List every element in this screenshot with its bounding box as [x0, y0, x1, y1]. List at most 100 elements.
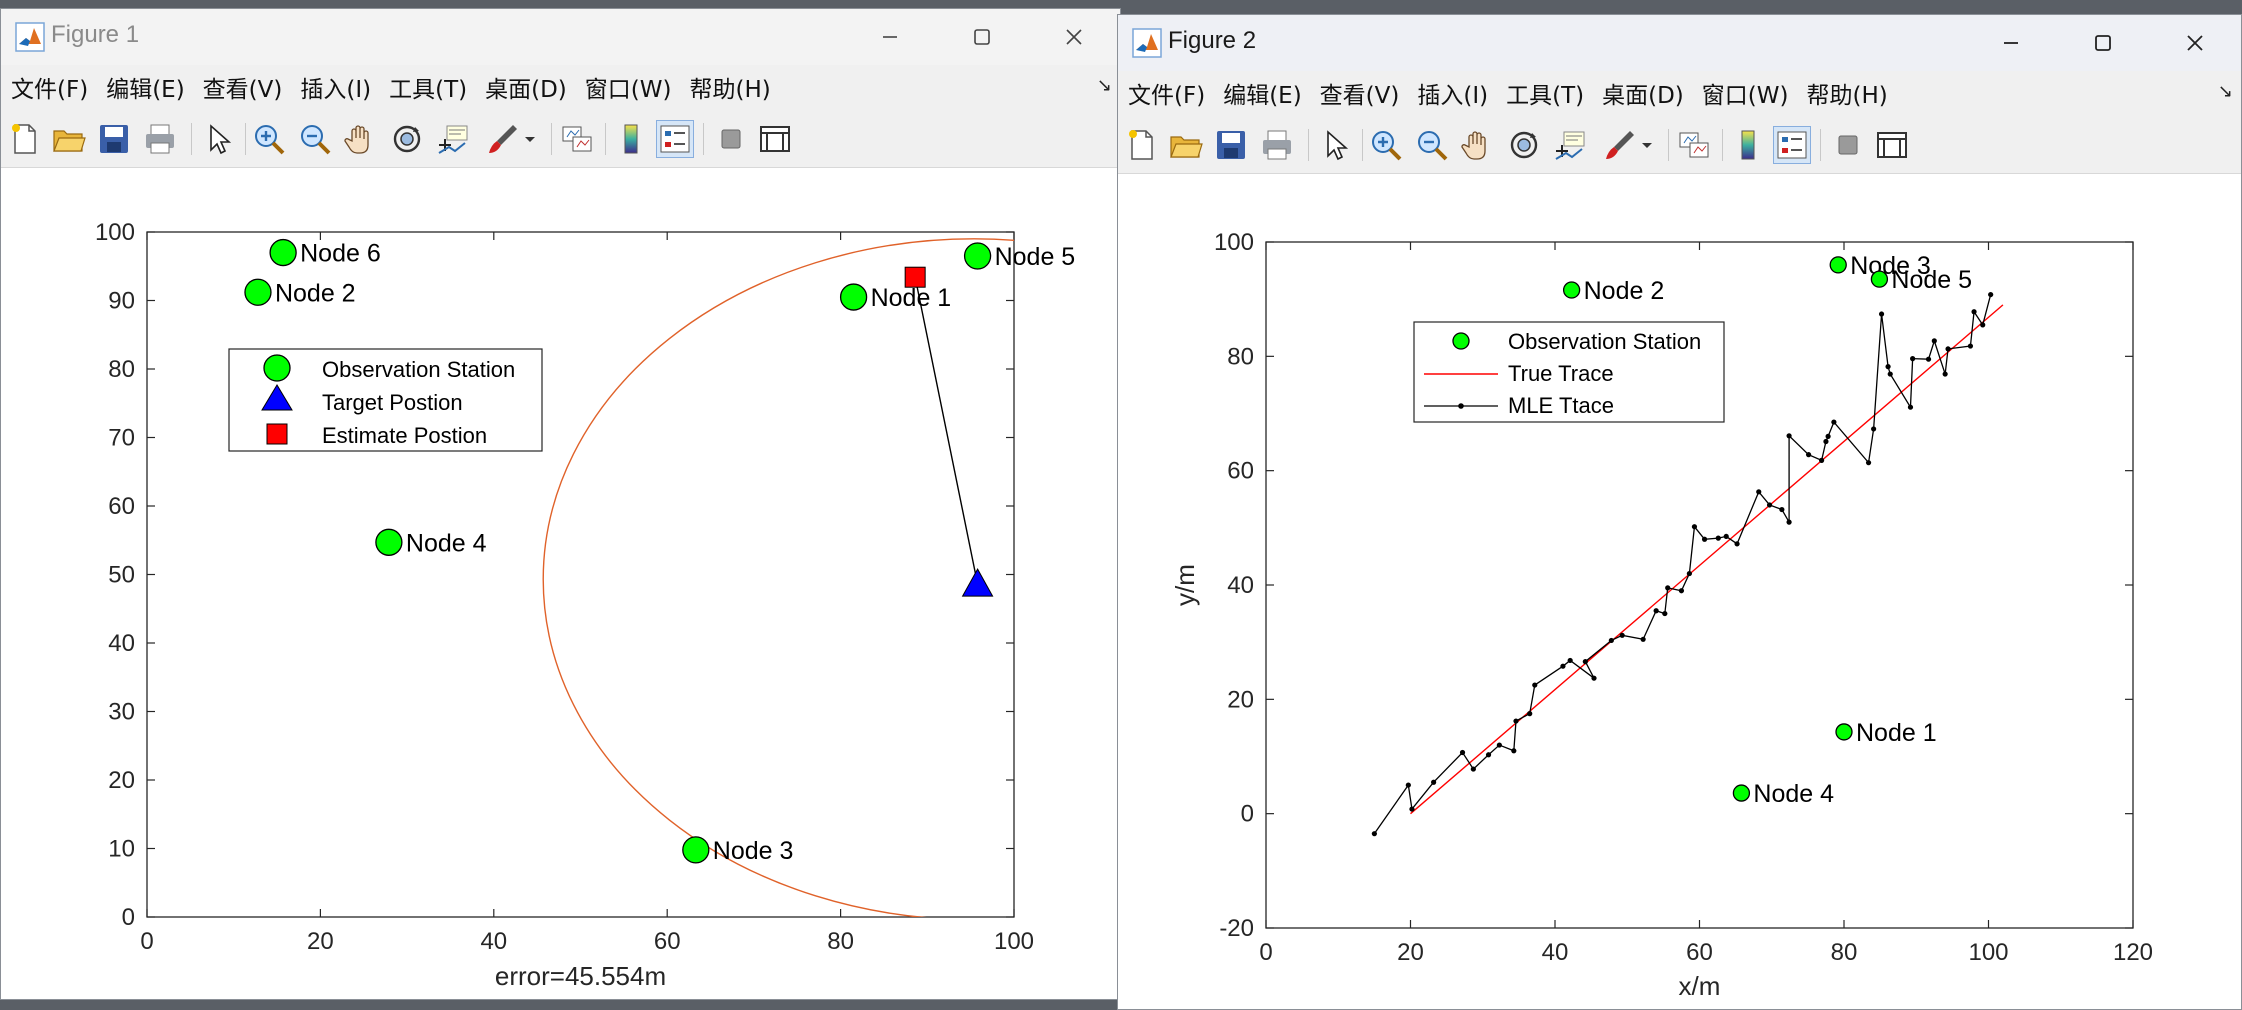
- menu-help[interactable]: 帮助(H): [1806, 76, 1887, 110]
- pan-button[interactable]: [1460, 127, 1496, 163]
- y-tick-label: 100: [1214, 229, 1254, 256]
- menu-edit[interactable]: 编辑(E): [106, 70, 184, 104]
- axes-box: [146, 231, 1015, 918]
- hide-plot-tools-button[interactable]: [713, 121, 749, 157]
- menu-file[interactable]: 文件(F): [11, 70, 88, 104]
- show-tools-icon: [760, 126, 790, 152]
- observation-station-marker: [1870, 270, 1889, 288]
- zoom-in-button[interactable]: [251, 121, 287, 157]
- legend-entry: Observation Station: [1508, 329, 1701, 354]
- colorbar-button[interactable]: [1730, 127, 1766, 163]
- data-cursor-button[interactable]: [1552, 127, 1588, 163]
- maximize-icon: [2095, 35, 2111, 51]
- mle-trace-point: [1496, 742, 1502, 748]
- brush-button[interactable]: [485, 121, 521, 157]
- legend-entry: Estimate Postion: [322, 423, 487, 448]
- select-button[interactable]: [1318, 127, 1354, 163]
- pan-button[interactable]: [343, 121, 379, 157]
- observation-station-marker: [839, 283, 868, 311]
- legend-estimate-marker: [266, 423, 288, 445]
- mle-trace-point: [1640, 636, 1646, 642]
- maximize-button[interactable]: [2057, 15, 2149, 71]
- brush-dropdown-button[interactable]: [1640, 127, 1654, 163]
- y-tick-label: 0: [1241, 801, 1254, 828]
- menu-insert[interactable]: 插入(I): [300, 70, 371, 104]
- figure-1-chart[interactable]: 0 20 40 60 80 100 0 10 20 30 40 50 60 70 80 90 100 Node 1…: [1, 168, 1121, 1000]
- figure-2-canvas[interactable]: 0 20 40 60 80 100 120 -20 0 20 40 60 80 100 Node 1 Node…: [1118, 174, 2241, 1009]
- open-file-button[interactable]: [51, 121, 87, 157]
- legend-entry: Target Postion: [322, 390, 463, 415]
- hide-plot-tools-button[interactable]: [1830, 127, 1866, 163]
- new-figure-button[interactable]: [1124, 127, 1160, 163]
- mle-trace-point: [1560, 663, 1566, 669]
- menu-tools[interactable]: 工具(T): [389, 70, 467, 104]
- menu-insert[interactable]: 插入(I): [1417, 76, 1488, 110]
- link-plot-button[interactable]: [1676, 127, 1712, 163]
- brush-icon: [489, 125, 517, 153]
- minimize-button[interactable]: [1965, 15, 2057, 71]
- show-plot-tools-button[interactable]: [1874, 127, 1910, 163]
- zoom-in-icon: [255, 125, 285, 155]
- title-bar[interactable]: Figure 1: [1, 9, 1120, 65]
- zoom-out-button[interactable]: [297, 121, 333, 157]
- zoom-in-button[interactable]: [1368, 127, 1404, 163]
- print-button[interactable]: [1259, 127, 1295, 163]
- menu-tools[interactable]: 工具(T): [1506, 76, 1584, 110]
- mle-trace-point: [1567, 657, 1573, 664]
- menu-file[interactable]: 文件(F): [1128, 76, 1205, 110]
- mle-trace-point: [1931, 338, 1937, 344]
- mle-trace-point: [1686, 570, 1692, 577]
- toolbar-separator: [1820, 129, 1821, 161]
- minimize-icon: [2004, 42, 2018, 44]
- y-tick-label: 40: [108, 630, 135, 657]
- save-button[interactable]: [96, 121, 132, 157]
- dock-arrow-icon[interactable]: ↘: [1097, 75, 1112, 96]
- close-button[interactable]: [2149, 15, 2241, 71]
- rotate-3d-button[interactable]: [389, 121, 425, 157]
- toolbar-separator: [1722, 129, 1723, 161]
- y-tick-label: 40: [1227, 572, 1254, 599]
- maximize-button[interactable]: [936, 9, 1028, 65]
- menu-desktop[interactable]: 桌面(D): [1602, 76, 1684, 110]
- data-cursor-button[interactable]: [435, 121, 471, 157]
- brush-button[interactable]: [1602, 127, 1638, 163]
- legend-button[interactable]: [1773, 126, 1811, 164]
- colorbar-button[interactable]: [613, 121, 649, 157]
- mle-trace-point: [1878, 311, 1885, 317]
- menu-view[interactable]: 查看(V): [203, 70, 283, 104]
- mle-trace-point: [1701, 536, 1708, 542]
- show-plot-tools-button[interactable]: [757, 121, 793, 157]
- figure-1-canvas[interactable]: 0 20 40 60 80 100 0 10 20 30 40 50 60 70 80 90 100 Node 1…: [1, 168, 1120, 999]
- mle-trace-point: [1734, 541, 1740, 547]
- station-label: Node 1: [1856, 719, 1937, 747]
- print-button[interactable]: [142, 121, 178, 157]
- matlab-icon: [1132, 28, 1162, 58]
- title-bar[interactable]: Figure 2: [1118, 15, 2241, 71]
- mle-trace-point: [1825, 433, 1831, 439]
- new-figure-button[interactable]: [7, 121, 43, 157]
- menu-view[interactable]: 查看(V): [1320, 76, 1400, 110]
- x-tick-label: 0: [140, 928, 153, 955]
- zoom-out-button[interactable]: [1414, 127, 1450, 163]
- close-button[interactable]: [1028, 9, 1120, 65]
- mle-trace-point: [1485, 752, 1492, 758]
- menu-desktop[interactable]: 桌面(D): [485, 70, 567, 104]
- y-tick-label: 20: [108, 767, 135, 794]
- link-plot-button[interactable]: [559, 121, 595, 157]
- toolbar-separator: [605, 123, 606, 155]
- minimize-button[interactable]: [844, 9, 936, 65]
- menu-window[interactable]: 窗口(W): [585, 70, 672, 104]
- select-button[interactable]: [201, 121, 237, 157]
- dock-arrow-icon[interactable]: ↘: [2218, 81, 2233, 102]
- legend-icon: [660, 125, 690, 153]
- rotate-3d-button[interactable]: [1506, 127, 1542, 163]
- legend-button[interactable]: [656, 120, 694, 158]
- menu-window[interactable]: 窗口(W): [1702, 76, 1789, 110]
- menu-help[interactable]: 帮助(H): [689, 70, 770, 104]
- station-label: Node 5: [1891, 266, 1972, 294]
- figure-2-chart[interactable]: 0 20 40 60 80 100 120-20020406080100Node 1Node…: [1118, 174, 2242, 1010]
- open-file-button[interactable]: [1168, 127, 1204, 163]
- menu-edit[interactable]: 编辑(E): [1223, 76, 1301, 110]
- save-button[interactable]: [1213, 127, 1249, 163]
- brush-dropdown-button[interactable]: [523, 121, 537, 157]
